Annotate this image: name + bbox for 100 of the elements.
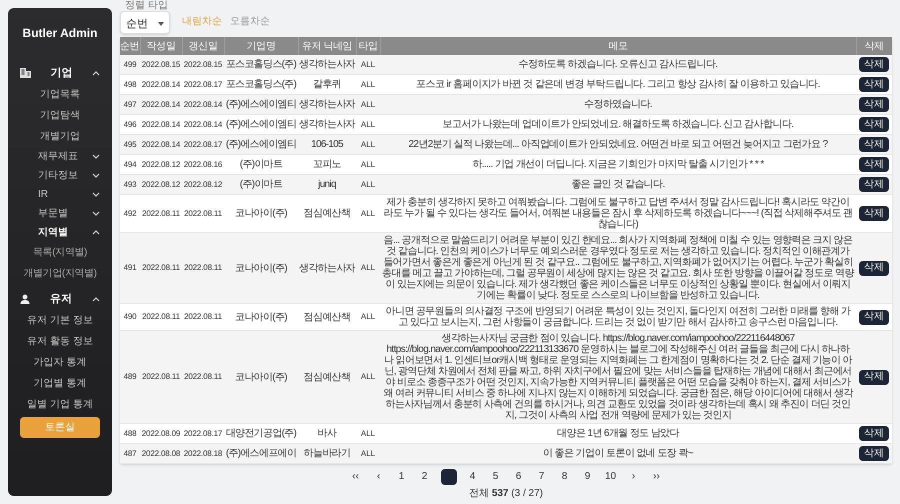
- delete-button[interactable]: 삭제: [859, 157, 889, 172]
- nav-group[interactable]: 재무제표: [16, 147, 104, 166]
- table-cell: 495: [120, 134, 140, 154]
- delete-button[interactable]: 삭제: [859, 137, 889, 152]
- page-button[interactable]: 2: [418, 469, 432, 485]
- table-cell: 2022.08.11: [140, 232, 182, 304]
- column-header: 메모: [380, 37, 856, 55]
- page-button[interactable]: 4: [466, 469, 480, 485]
- page-button[interactable]: 9: [580, 469, 594, 485]
- table-cell: (주)이마트: [224, 154, 298, 174]
- chevron-up-icon: [92, 296, 100, 302]
- table-cell: (주)에스에이엠티: [224, 134, 298, 154]
- table-cell: 490: [120, 304, 140, 330]
- delete-button[interactable]: 삭제: [859, 97, 889, 112]
- dropdown-arrow-icon: [158, 22, 164, 26]
- delete-button[interactable]: 삭제: [859, 206, 889, 221]
- table-cell: 코나아이(주): [224, 194, 298, 232]
- select-label: 정렬 타입: [124, 1, 169, 11]
- nav-item[interactable]: 개별기업(지역별): [16, 263, 104, 284]
- column-header: 유저 닉네임: [298, 37, 356, 55]
- nav-group[interactable]: 기타정보: [16, 166, 104, 185]
- nav-group[interactable]: 지역별: [16, 223, 104, 242]
- table-cell: ALL: [356, 232, 380, 304]
- nav-item[interactable]: 기업탐색: [16, 105, 104, 126]
- page-button[interactable]: 10: [604, 469, 618, 485]
- memo-cell: 수정하도록 하겠습니다. 오류신고 감사드립니다.: [380, 55, 856, 74]
- delete-button[interactable]: 삭제: [859, 426, 889, 441]
- table-cell: ALL: [356, 174, 380, 194]
- nav-item[interactable]: 목록(지역별): [16, 242, 104, 263]
- table-cell: 생각하는사자: [298, 94, 356, 114]
- nav-item[interactable]: 가입자 통계: [16, 352, 104, 373]
- memo-cell: 포스코 ir 홈페이지가 바뀐 것 같은데 변경 부탁드립니다. 그리고 항상 감사히 잘 이용하고 있습니다.: [380, 74, 856, 94]
- nav-section[interactable]: 기업: [16, 62, 104, 84]
- table-cell: 488: [120, 424, 140, 444]
- table-cell: 2022.08.14: [140, 94, 182, 114]
- table-cell: 489: [120, 330, 140, 424]
- nav-group[interactable]: 부문별: [16, 204, 104, 223]
- table-cell: 꼬피노: [298, 154, 356, 174]
- table-cell: 487: [120, 444, 140, 464]
- table-cell: 2022.08.14: [182, 94, 224, 114]
- table-cell: 2022.08.15: [140, 55, 182, 74]
- delete-button[interactable]: 삭제: [859, 57, 889, 72]
- page-button[interactable]: 7: [534, 469, 548, 485]
- table-cell: ALL: [356, 114, 380, 134]
- table-cell: 2022.08.11: [182, 194, 224, 232]
- table-cell: 2022.08.18: [182, 444, 224, 464]
- table-cell: 2022.08.14: [140, 74, 182, 94]
- nav-item[interactable]: 기업별 통계: [16, 373, 104, 394]
- column-header: 갱신일: [182, 37, 224, 55]
- first-page-button[interactable]: ‹‹: [348, 471, 362, 483]
- table-cell: 바사: [298, 424, 356, 444]
- delete-button[interactable]: 삭제: [859, 370, 889, 384]
- page-button[interactable]: 6: [512, 469, 526, 485]
- nav-item[interactable]: 개별기업: [16, 126, 104, 147]
- column-header: 순번: [120, 37, 140, 55]
- table-cell: ALL: [356, 330, 380, 424]
- last-page-button[interactable]: ››: [650, 471, 664, 483]
- table-cell: ALL: [356, 134, 380, 154]
- delete-button[interactable]: 삭제: [859, 446, 889, 461]
- table-cell: ALL: [356, 194, 380, 232]
- table-cell: ALL: [356, 55, 380, 74]
- delete-button[interactable]: 삭제: [859, 77, 889, 92]
- delete-button[interactable]: 삭제: [859, 117, 889, 132]
- column-header: 타입: [356, 37, 380, 55]
- nav-section[interactable]: 유저: [16, 288, 104, 310]
- table-cell: 2022.08.14: [140, 114, 182, 134]
- table-cell: 점심예산책: [298, 194, 356, 232]
- page-button[interactable]: [440, 469, 456, 485]
- table-cell: 2022.08.11: [182, 330, 224, 424]
- previous-page-button[interactable]: ‹: [372, 471, 386, 483]
- nav-group[interactable]: IR: [16, 185, 104, 204]
- table-cell: 포스코홀딩스(주): [224, 74, 298, 94]
- next-page-button[interactable]: ›: [626, 471, 640, 483]
- table-cell: 코나아이(주): [224, 304, 298, 330]
- nav-item[interactable]: 유저 활동 정보: [16, 331, 104, 352]
- memo-cell: 좋은 글인 것 같습니다.: [380, 174, 856, 194]
- page-button[interactable]: 5: [488, 469, 502, 485]
- memo-cell: 하..... 기업 개선이 더딥니다. 지금은 기회인가 마지막 탈출 시기인가 * * *: [380, 154, 856, 174]
- table-cell: 492: [120, 194, 140, 232]
- nav-item[interactable]: 유저 기본 정보: [16, 310, 104, 331]
- page-button[interactable]: 1: [394, 469, 408, 485]
- table-cell: 2022.08.17: [182, 424, 224, 444]
- table-cell: 496: [120, 114, 140, 134]
- table-cell: 대양전기공업(주): [224, 424, 298, 444]
- table-cell: 2022.08.09: [140, 424, 182, 444]
- page-button[interactable]: 8: [558, 469, 572, 485]
- nav-item[interactable]: 기업목록: [16, 84, 104, 105]
- table-cell: 코나아이(주): [224, 232, 298, 304]
- sort-type-select[interactable]: 순번: [120, 11, 170, 34]
- delete-button[interactable]: 삭제: [859, 260, 889, 276]
- table-cell: 2022.08.16: [182, 154, 224, 174]
- table-cell: (주)에스에이엠티: [224, 114, 298, 134]
- delete-button[interactable]: 삭제: [859, 177, 889, 192]
- table-cell: (주)이마트: [224, 174, 298, 194]
- nav-item[interactable]: 일별 기업 통계: [16, 394, 104, 415]
- delete-button[interactable]: 삭제: [859, 310, 889, 324]
- table-cell: ALL: [356, 304, 380, 330]
- table-cell: ALL: [356, 94, 380, 114]
- table-cell: 2022.08.17: [182, 134, 224, 154]
- table-cell: 494: [120, 154, 140, 174]
